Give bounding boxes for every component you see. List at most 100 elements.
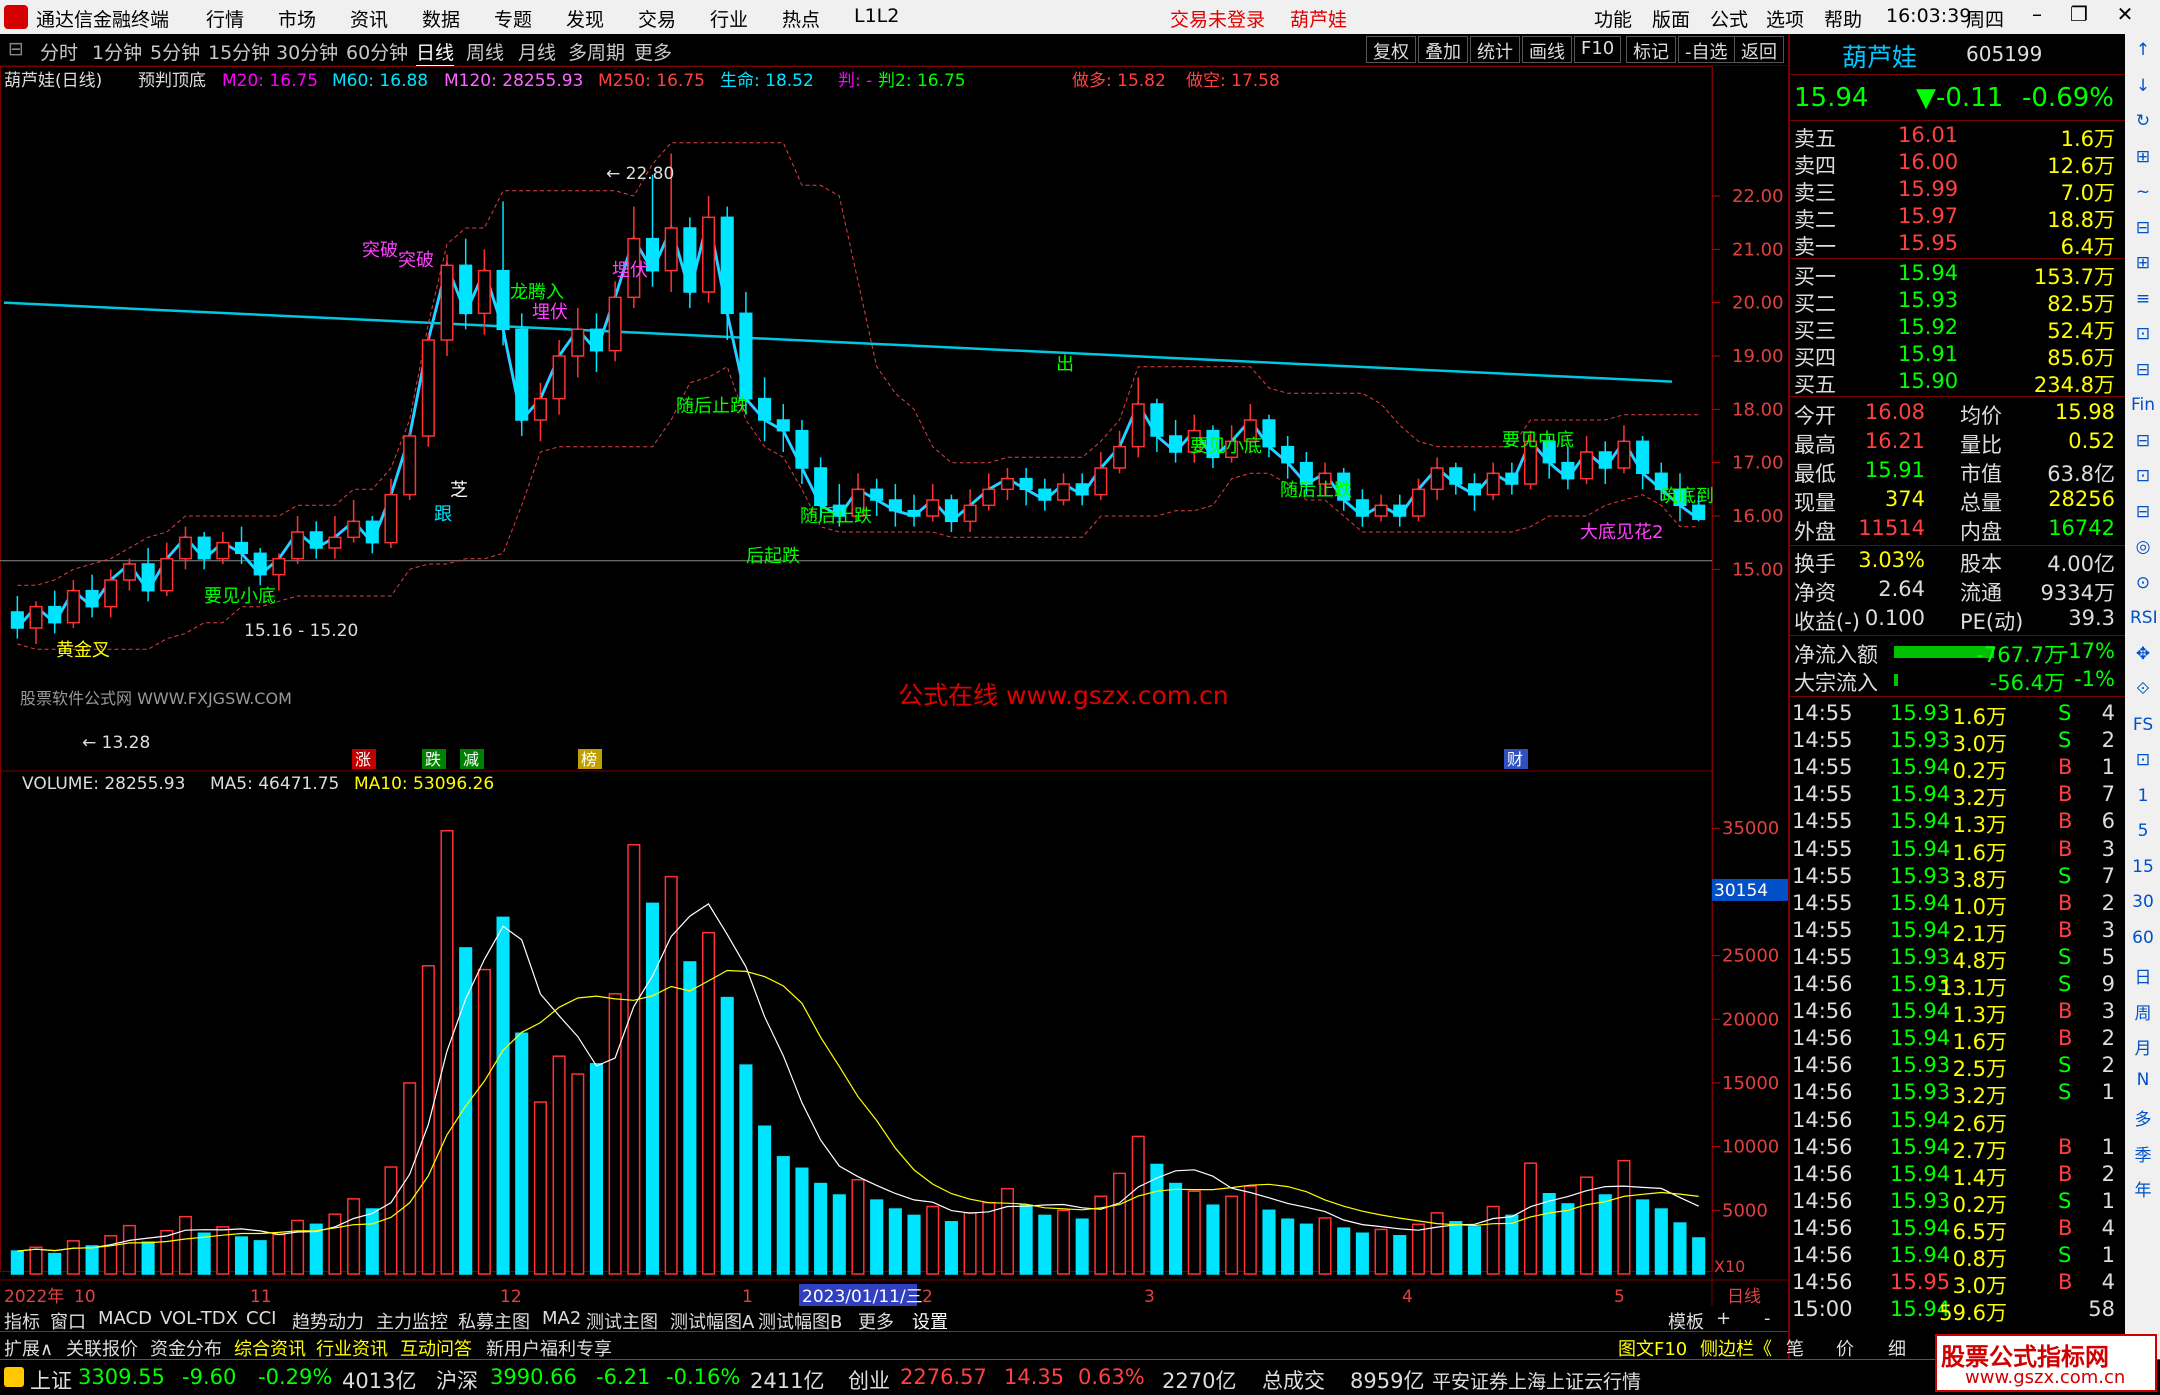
- menu-zhuanti[interactable]: 专题: [494, 5, 532, 32]
- tool-icon-12[interactable]: ⊡: [2130, 466, 2156, 494]
- info-right-tab-4[interactable]: 细: [1888, 1335, 1906, 1361]
- btn-zixuan[interactable]: -自选: [1678, 36, 1735, 63]
- info-right-tab-0[interactable]: 图文F10: [1618, 1335, 1687, 1361]
- login-status[interactable]: 交易未登录: [1170, 5, 1265, 32]
- tool-icon-29[interactable]: N: [2130, 1070, 2156, 1098]
- tool-icon-16[interactable]: RSI: [2130, 608, 2158, 636]
- btn-fuquan[interactable]: 复权: [1366, 36, 1416, 63]
- tool-icon-21[interactable]: 1: [2130, 786, 2156, 814]
- tool-icon-26[interactable]: 日: [2130, 963, 2156, 991]
- btn-biaoji[interactable]: 标记: [1626, 36, 1676, 63]
- tool-icon-28[interactable]: 月: [2130, 1034, 2156, 1062]
- bottom-tab-8[interactable]: MA2: [542, 1308, 581, 1329]
- sh-label[interactable]: 上证: [30, 1365, 72, 1395]
- tool-icon-5[interactable]: ⊟: [2130, 218, 2156, 246]
- tool-icon-7[interactable]: ≡: [2130, 289, 2156, 317]
- menu-gongneng[interactable]: 功能: [1594, 5, 1632, 32]
- tool-icon-6[interactable]: ⊞: [2130, 253, 2156, 281]
- tool-icon-32[interactable]: 年: [2130, 1176, 2156, 1204]
- tool-icon-15[interactable]: ⊙: [2130, 573, 2156, 601]
- tf-multi[interactable]: 多周期: [568, 38, 625, 65]
- tf-more[interactable]: 更多: [634, 38, 672, 65]
- info-right-tab-1[interactable]: 侧边栏《: [1700, 1335, 1772, 1361]
- menu-hangqing[interactable]: 行情: [206, 5, 244, 32]
- tf-monthly[interactable]: 月线: [518, 38, 556, 65]
- info-right-tab-3[interactable]: 价: [1836, 1335, 1854, 1361]
- tf-30min[interactable]: 30分钟: [276, 38, 338, 65]
- tool-icon-14[interactable]: ◎: [2130, 537, 2156, 565]
- menu-shuju[interactable]: 数据: [422, 5, 460, 32]
- tool-icon-17[interactable]: ✥: [2130, 644, 2156, 672]
- info-tab-5[interactable]: 互动问答: [400, 1335, 472, 1361]
- btn-f10[interactable]: F10: [1574, 36, 1622, 63]
- tool-icon-13[interactable]: ⊟: [2130, 502, 2156, 530]
- tool-icon-18[interactable]: ⟐: [2130, 679, 2156, 707]
- info-tab-3[interactable]: 综合资讯: [234, 1335, 306, 1361]
- tool-icon-2[interactable]: ↻: [2130, 111, 2156, 139]
- volume-bar: [851, 1178, 865, 1275]
- tool-icon-3[interactable]: ⊞: [2130, 147, 2156, 175]
- ad-logo[interactable]: 股票公式指标网 www.gszx.com.cn: [1935, 1334, 2157, 1392]
- tool-icon-30[interactable]: 多: [2130, 1105, 2156, 1133]
- menu-bangzhu[interactable]: 帮助: [1824, 5, 1862, 32]
- info-tab-1[interactable]: 关联报价: [66, 1335, 138, 1361]
- menu-jiaoyi[interactable]: 交易: [638, 5, 676, 32]
- sz-label[interactable]: 沪深: [436, 1365, 478, 1395]
- menu-xuanxiang[interactable]: 选项: [1766, 5, 1804, 32]
- tf-60min[interactable]: 60分钟: [346, 38, 408, 65]
- cy-label[interactable]: 创业: [848, 1365, 890, 1395]
- menu-banmian[interactable]: 版面: [1652, 5, 1690, 32]
- bottom-tab-2[interactable]: MACD: [98, 1308, 152, 1329]
- bottom-right-1[interactable]: +: [1716, 1308, 1731, 1329]
- minimize-icon[interactable]: –: [2022, 2, 2052, 30]
- btn-diejia[interactable]: 叠加: [1418, 36, 1468, 63]
- tool-icon-22[interactable]: 5: [2130, 821, 2156, 849]
- tool-icon-23[interactable]: 15: [2130, 857, 2156, 885]
- menu-zixun[interactable]: 资讯: [350, 5, 388, 32]
- tick-count: 1: [2101, 755, 2115, 780]
- menu-l1l2[interactable]: L1L2: [854, 5, 899, 27]
- menu-faxian[interactable]: 发现: [566, 5, 604, 32]
- info-tab-6[interactable]: 新用户福利专享: [486, 1335, 612, 1361]
- main-legend-indicator[interactable]: 预判顶底: [138, 71, 206, 91]
- tool-icon-27[interactable]: 周: [2130, 999, 2156, 1027]
- btn-huaxian[interactable]: 画线: [1522, 36, 1572, 63]
- tool-icon-1[interactable]: ↓: [2130, 76, 2156, 104]
- tf-weekly[interactable]: 周线: [466, 38, 504, 65]
- collapse-icon[interactable]: ⊟: [8, 38, 24, 60]
- info-tab-0[interactable]: 扩展∧: [4, 1335, 53, 1361]
- kline-chart[interactable]: 突破 突破龙腾入埋伏埋伏随后止跌随后止跌要见小底随后止跌要见中底筑底到出跟芝黄金叉…: [0, 66, 1788, 1306]
- tf-daily[interactable]: 日线: [416, 38, 455, 67]
- info-right-tab-2[interactable]: 笔: [1786, 1335, 1804, 1361]
- tf-1min[interactable]: 1分钟: [92, 38, 142, 65]
- tool-icon-10[interactable]: Fin: [2130, 395, 2156, 423]
- tool-icon-9[interactable]: ⊟: [2130, 360, 2156, 388]
- tool-icon-8[interactable]: ⊡: [2130, 324, 2156, 352]
- tool-icon-20[interactable]: ⊡: [2130, 750, 2156, 778]
- menu-redian[interactable]: 热点: [782, 5, 820, 32]
- tool-icon-11[interactable]: ⊟: [2130, 431, 2156, 459]
- tool-icon-19[interactable]: FS: [2130, 715, 2156, 743]
- bottom-tab-4[interactable]: CCI: [246, 1308, 276, 1329]
- info-tab-2[interactable]: 资金分布: [150, 1335, 222, 1361]
- stat-label: 收益(-): [1794, 610, 1860, 634]
- menu-hangye[interactable]: 行业: [710, 5, 748, 32]
- menu-shichang[interactable]: 市场: [278, 5, 316, 32]
- info-tab-4[interactable]: 行业资讯: [316, 1335, 388, 1361]
- tool-icon-31[interactable]: 季: [2130, 1141, 2156, 1169]
- tool-icon-25[interactable]: 60: [2130, 928, 2156, 956]
- menu-gongshi[interactable]: 公式: [1710, 5, 1748, 32]
- close-icon[interactable]: ✕: [2110, 2, 2140, 30]
- btn-tongji[interactable]: 统计: [1470, 36, 1520, 63]
- tf-5min[interactable]: 5分钟: [150, 38, 200, 65]
- candle-body: [1000, 477, 1014, 491]
- bottom-right-2[interactable]: -: [1764, 1308, 1771, 1329]
- restore-icon[interactable]: ❐: [2064, 2, 2094, 30]
- btn-fanhui[interactable]: 返回: [1734, 36, 1784, 63]
- tf-15min[interactable]: 15分钟: [208, 38, 270, 65]
- tool-icon-0[interactable]: ↑: [2130, 40, 2156, 68]
- tool-icon-4[interactable]: ~: [2130, 182, 2156, 210]
- tf-fenshi[interactable]: 分时: [40, 38, 78, 65]
- bottom-tab-3[interactable]: VOL-TDX: [160, 1308, 238, 1329]
- tool-icon-24[interactable]: 30: [2130, 892, 2156, 920]
